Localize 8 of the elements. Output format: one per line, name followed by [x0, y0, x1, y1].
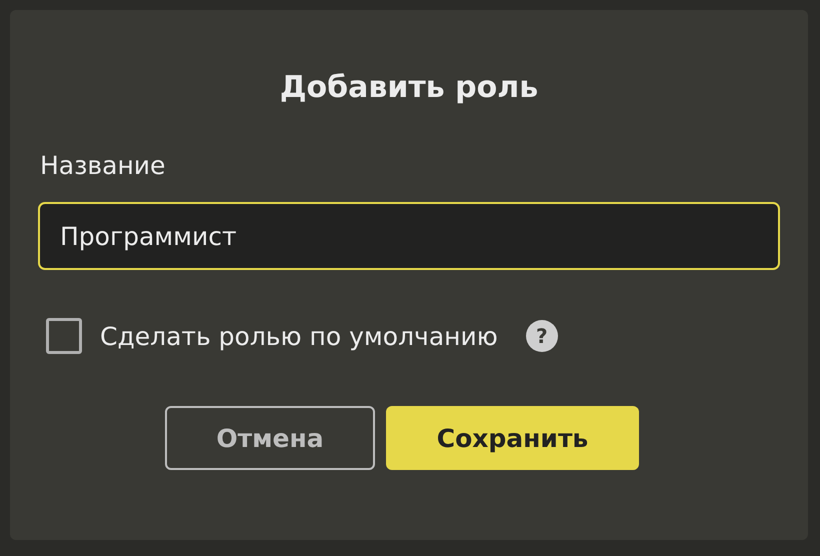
field-label: Название — [39, 151, 166, 180]
save-button[interactable]: Сохранить — [386, 406, 639, 470]
dialog-title: Добавить роль — [278, 70, 540, 105]
name-field[interactable]: Программист — [38, 202, 780, 270]
default-checkbox[interactable] — [46, 318, 82, 354]
help-icon[interactable]: ? — [526, 320, 558, 352]
cancel-button[interactable]: Отмена — [165, 406, 375, 470]
checkbox-label: Сделать ролью по умолчанию — [100, 322, 498, 350]
